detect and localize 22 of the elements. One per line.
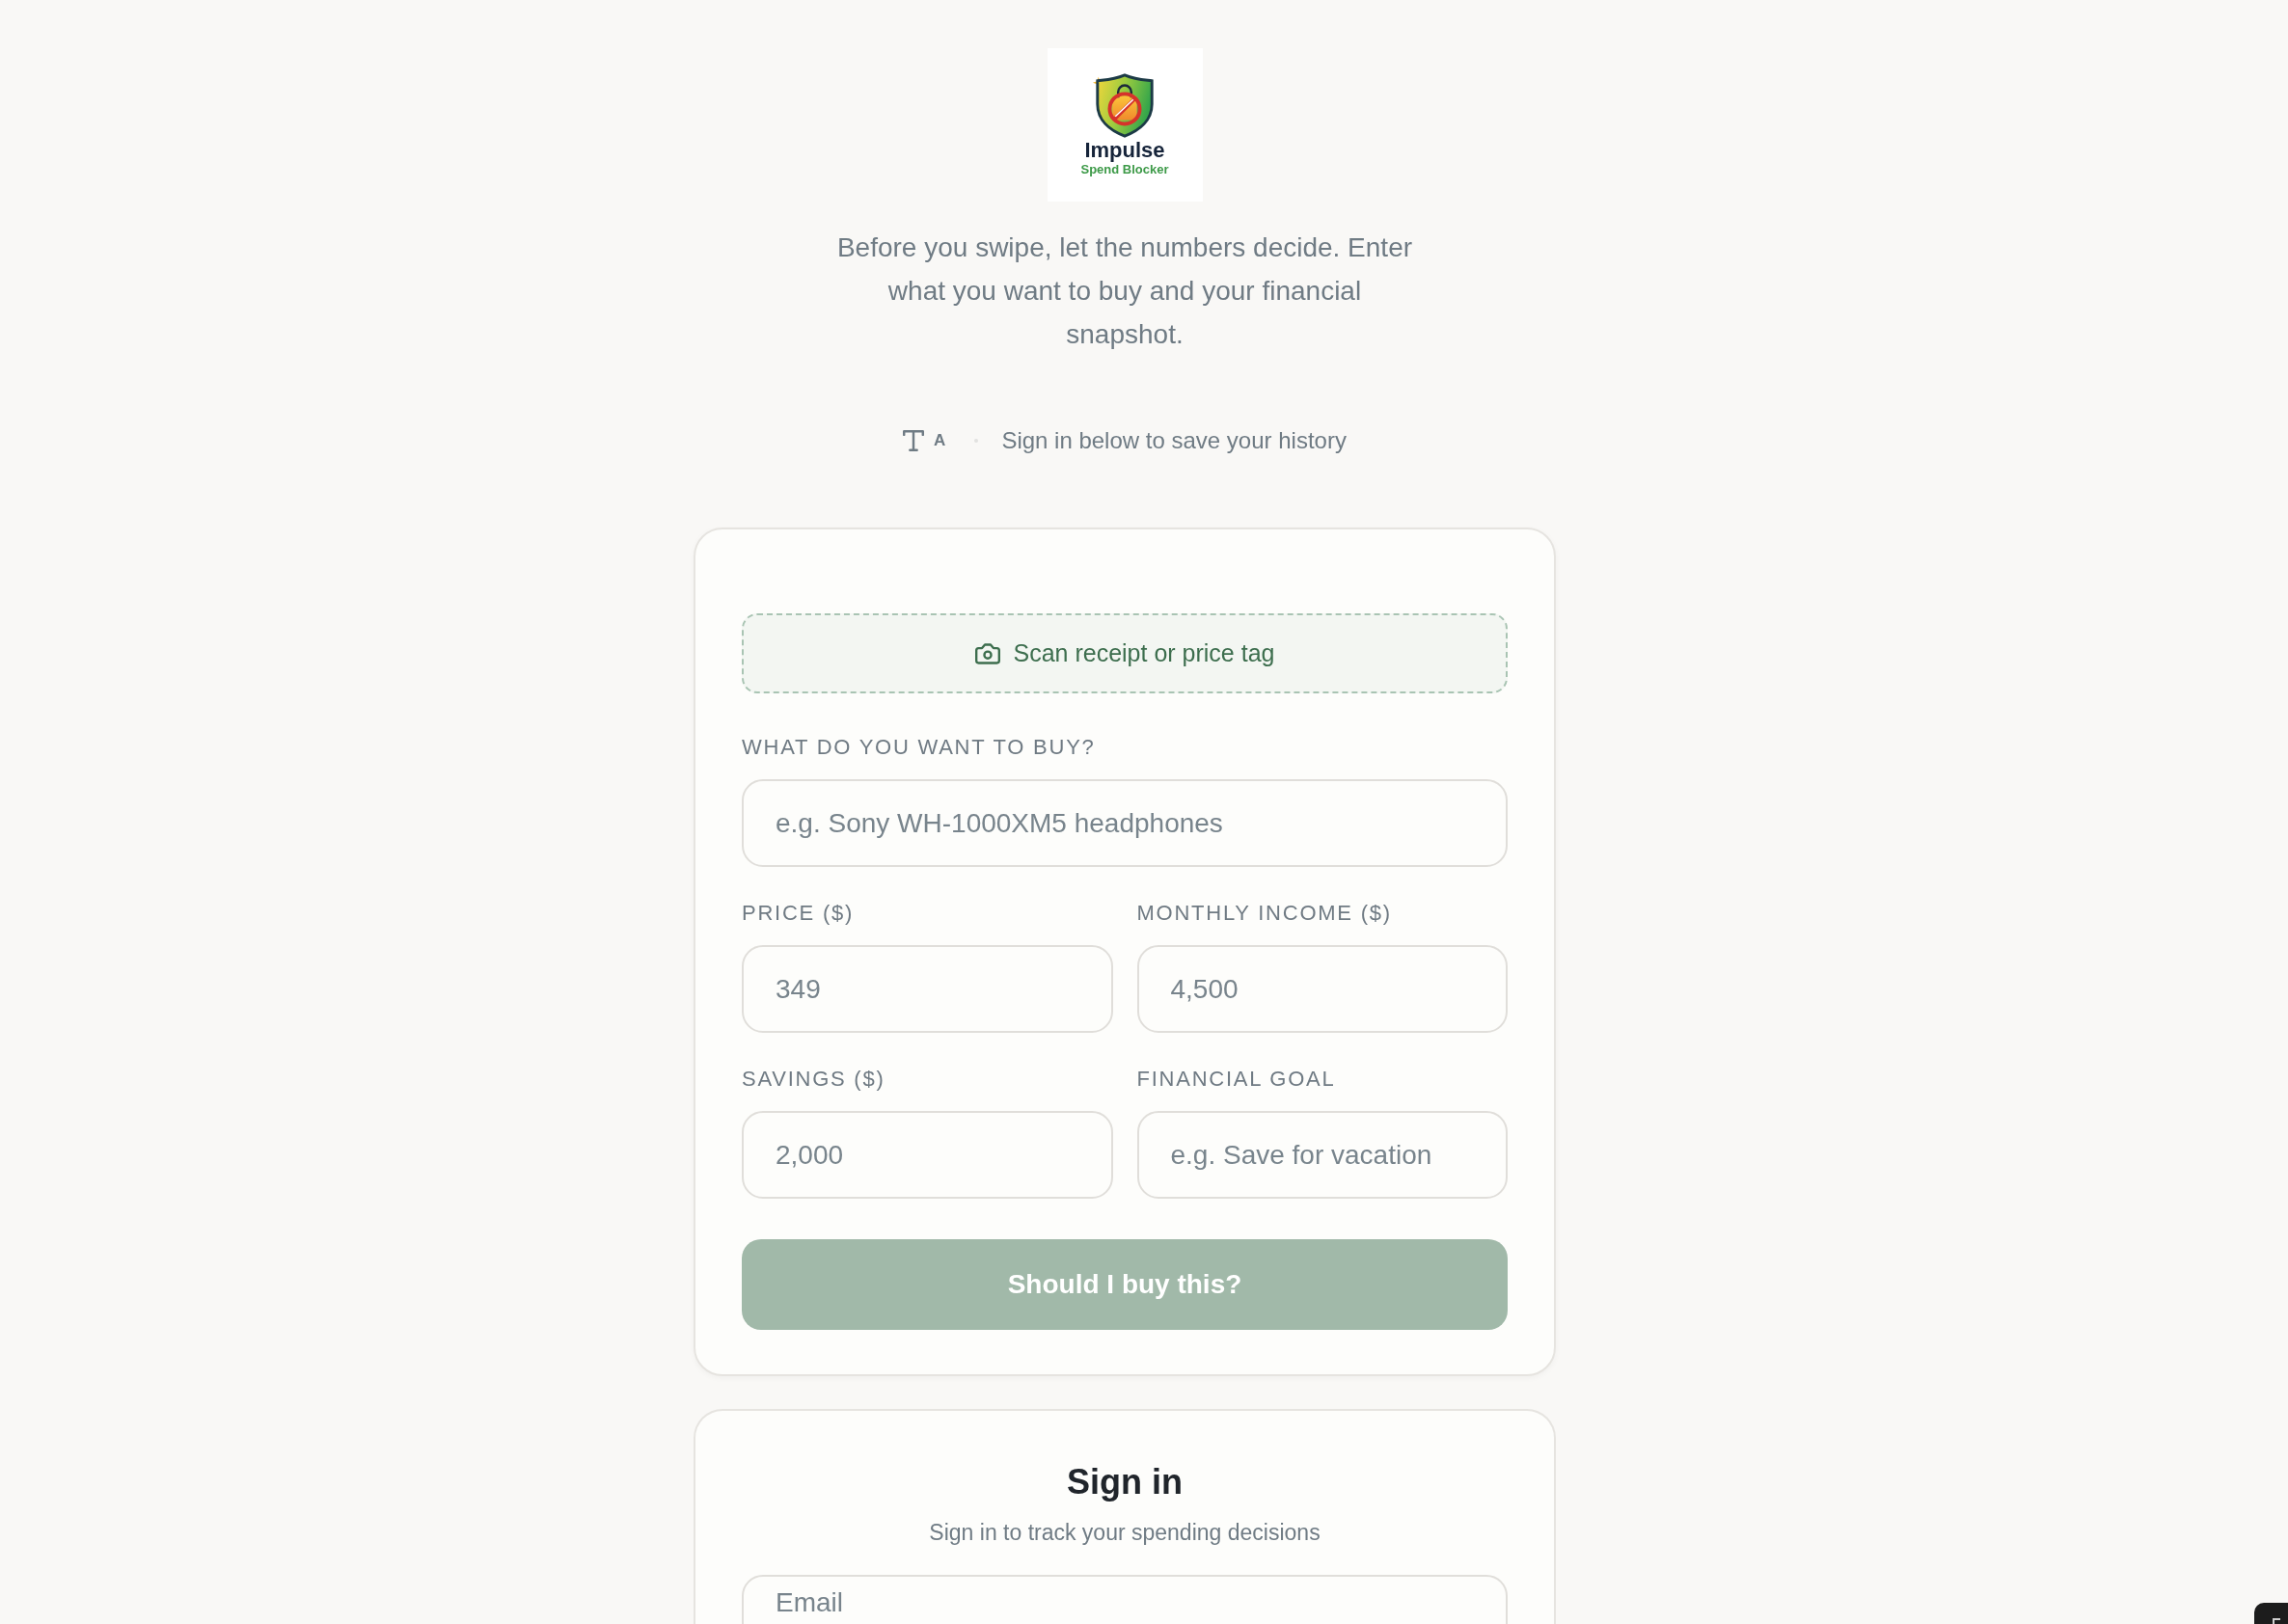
input-field[interactable]: e.g. Sony WH-1000XM5 headphones (742, 779, 1508, 867)
input-field[interactable]: 349 (742, 945, 1113, 1033)
type-icon (903, 430, 925, 451)
font-size-toggle[interactable]: A (903, 428, 946, 453)
field-label: SAVINGS ($) (742, 1066, 886, 1093)
camera-icon (974, 641, 1000, 665)
field-label: WHAT DO YOU WANT TO BUY? (742, 734, 1097, 761)
sign-in-subtitle: Sign in to track your spending decisions (929, 1519, 1321, 1547)
input-field[interactable]: e.g. Save for vacation (1136, 1111, 1508, 1199)
sign-in-title: Sign in (1067, 1461, 1183, 1503)
field-label: PRICE ($) (742, 900, 856, 927)
email-field[interactable]: Email (742, 1575, 1508, 1624)
field-label: FINANCIAL GOAL (1136, 1066, 1337, 1093)
input-field[interactable]: 4,500 (1136, 945, 1508, 1033)
corner-widget-icon[interactable] (2254, 1603, 2288, 1624)
input-field[interactable]: 2,000 (742, 1111, 1113, 1199)
status-text: Sign in below to save your history (1001, 426, 1347, 455)
logo-title: Impulse (1084, 139, 1165, 162)
tagline: Before you swipe, let the numbers decide. Enter what you want to buy and your financial snapshot. (835, 231, 1414, 351)
field-label: MONTHLY INCOME ($) (1136, 900, 1393, 927)
scan-receipt-button[interactable]: Scan receipt or price tag (742, 613, 1508, 693)
logo-subtitle: Spend Blocker (1080, 162, 1169, 177)
